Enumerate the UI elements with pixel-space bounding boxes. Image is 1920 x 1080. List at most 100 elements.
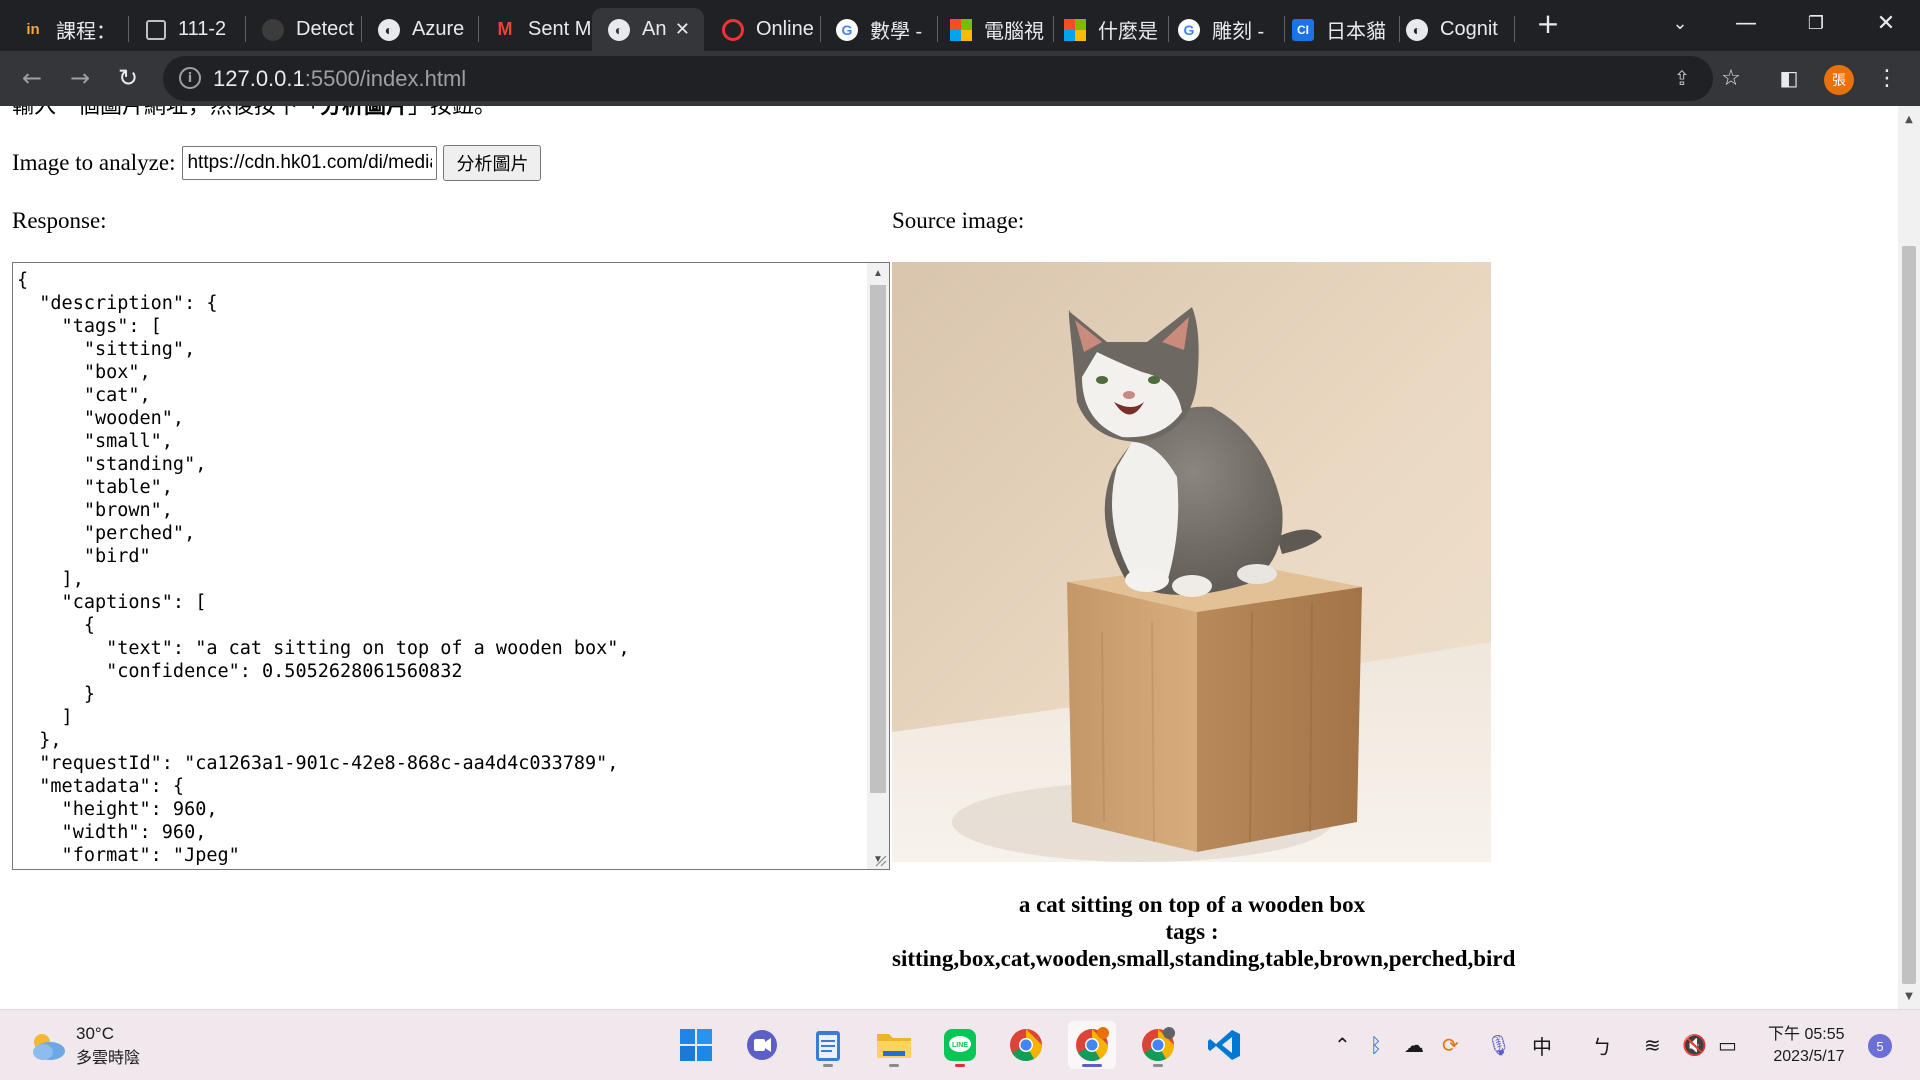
taskbar-file-explorer[interactable] <box>870 1021 918 1069</box>
wifi-icon[interactable]: ≋ <box>1644 1032 1661 1058</box>
reload-button[interactable]: ↻ <box>110 60 146 96</box>
tags-list: sitting,box,cat,wooden,small,standing,ta… <box>892 946 1516 971</box>
response-label: Response: <box>12 208 107 233</box>
address-bar[interactable]: i 127.0.0.1:5500/index.html ⇪ <box>163 56 1713 101</box>
google-icon: G <box>836 18 858 41</box>
analyze-form: Image to analyze: 分析圖片 <box>12 145 542 181</box>
windows-logo-icon <box>680 1029 712 1061</box>
forward-button[interactable]: → <box>62 60 98 96</box>
back-button[interactable]: ← <box>14 60 50 96</box>
tab-search-chevron-icon[interactable]: ⌄ <box>1650 0 1710 46</box>
tab-computer-vision[interactable]: 電腦視 <box>934 8 1046 51</box>
close-tab-icon[interactable]: ✕ <box>675 19 690 40</box>
cloudy-weather-icon <box>33 1034 65 1060</box>
start-button[interactable] <box>672 1021 720 1069</box>
chrome-icon <box>1010 1029 1042 1062</box>
analyze-image-button[interactable]: 分析圖片 <box>443 145 542 181</box>
clock-date: 2023/5/17 <box>1773 1048 1845 1065</box>
page-scrollbar[interactable]: ▲ ▼ <box>1898 106 1920 1009</box>
address-url[interactable]: 127.0.0.1:5500/index.html <box>213 66 466 92</box>
minimize-button[interactable]: — <box>1716 0 1776 46</box>
source-image-label: Source image: <box>892 208 1025 233</box>
weather-widget[interactable]: 30°C 多雲時陰 <box>28 1024 140 1068</box>
line-app-icon: LINE <box>944 1029 976 1061</box>
chrome-icon <box>1142 1027 1175 1062</box>
onedrive-cloud-icon[interactable]: ☁ <box>1404 1032 1424 1058</box>
tab-azure[interactable]: ◐ Azure <box>362 8 474 51</box>
tab-carving[interactable]: G 雕刻 - <box>1162 8 1274 51</box>
side-panel-icon[interactable]: ◧ <box>1774 63 1804 93</box>
cat-on-wooden-box-photo <box>892 262 1491 862</box>
taskbar-chrome-active[interactable] <box>1068 1021 1116 1069</box>
github-icon <box>262 18 284 41</box>
globe-icon: ◐ <box>608 18 630 41</box>
windows-taskbar: 30°C 多雲時陰 LINE ⌃ ᛒ ☁ ⟳ 🎙 中 ㄅ ≋ 🔇 ▭ 下午 05… <box>0 1009 1920 1080</box>
taskbar-chrome[interactable] <box>1002 1021 1050 1069</box>
taskbar-notepad[interactable] <box>804 1021 852 1069</box>
gmail-icon: M <box>497 19 513 39</box>
battery-icon[interactable]: ▭ <box>1718 1032 1737 1058</box>
svg-text:LINE: LINE <box>952 1042 968 1049</box>
tab-math[interactable]: G 數學 - <box>820 8 932 51</box>
globe-icon: ◐ <box>1406 18 1428 41</box>
clock-time: 下午 05:55 <box>1768 1026 1845 1043</box>
system-clock[interactable]: 下午 05:55 2023/5/17 <box>1768 1024 1845 1068</box>
microsoft-icon <box>1064 18 1086 41</box>
caption-text: a cat sitting on top of a wooden box <box>1018 892 1366 917</box>
tags-label: tags : <box>1165 919 1219 944</box>
taskbar-line[interactable]: LINE <box>936 1021 984 1069</box>
opera-icon <box>722 18 744 41</box>
response-scrollbar[interactable]: ▲ ▼ <box>867 263 889 869</box>
instruction-text: 輸入一個圖片網址，然後按下「分析圖片」按鈕。 <box>12 106 496 120</box>
taskbar-teams-chat[interactable] <box>738 1021 786 1069</box>
browser-tab-strip: in 課程： 111-2 Detect ◐ Azure M Sent M ◐ A… <box>0 0 1920 51</box>
tab-japan-cat[interactable]: CI 日本貓 <box>1276 8 1388 51</box>
microsoft-icon <box>950 18 972 41</box>
page-scroll-up-icon[interactable]: ▲ <box>1898 108 1920 130</box>
show-hidden-icons-chevron-icon[interactable]: ⌃ <box>1334 1032 1351 1058</box>
share-icon[interactable]: ⇪ <box>1667 63 1697 93</box>
sync-icon[interactable]: ⟳ <box>1442 1032 1459 1058</box>
response-json-text[interactable]: { "description": { "tags": [ "sitting", … <box>17 269 867 869</box>
restore-button[interactable]: ❐ <box>1786 0 1846 46</box>
bookmark-star-icon[interactable]: ☆ <box>1716 63 1746 93</box>
web-page: 輸入一個圖片網址，然後按下「分析圖片」按鈕。 Image to analyze:… <box>0 106 1898 1009</box>
taskbar-chrome-profile[interactable] <box>1134 1021 1182 1069</box>
ime-language[interactable]: 中 <box>1532 1032 1552 1059</box>
bluetooth-icon[interactable]: ᛒ <box>1370 1032 1382 1058</box>
tab-course[interactable]: in 課程： <box>6 8 110 51</box>
tab-moodle[interactable]: 111-2 <box>130 8 242 51</box>
browser-toolbar: ← → ↻ i 127.0.0.1:5500/index.html ⇪ ☆ ◧ … <box>0 51 1920 106</box>
tab-analyze-active[interactable]: ◐ An ✕ <box>592 8 704 51</box>
tab-cognitive[interactable]: ◐ Cognit <box>1390 8 1506 51</box>
vscode-icon <box>1208 1030 1240 1060</box>
taskbar-vscode[interactable] <box>1200 1021 1248 1069</box>
google-icon: G <box>1178 18 1200 41</box>
globe-icon: ◐ <box>378 18 400 41</box>
source-image <box>892 262 1491 862</box>
new-tab-button[interactable]: + <box>1520 0 1576 46</box>
volume-muted-icon[interactable]: 🔇 <box>1682 1032 1707 1058</box>
close-window-button[interactable]: ✕ <box>1856 0 1916 46</box>
tab-gmail[interactable]: M Sent M <box>478 8 591 51</box>
resize-grip-icon[interactable] <box>873 853 887 867</box>
tab-online[interactable]: Online <box>706 8 818 51</box>
chat-icon <box>747 1030 777 1060</box>
response-scroll-thumb[interactable] <box>870 285 886 793</box>
microphone-icon[interactable]: 🎙 <box>1486 1032 1511 1058</box>
tab-detect[interactable]: Detect <box>246 8 358 51</box>
image-url-input[interactable] <box>182 146 438 180</box>
tab-what-is[interactable]: 什麼是 <box>1048 8 1160 51</box>
scroll-up-icon[interactable]: ▲ <box>867 263 889 283</box>
site-info-icon[interactable]: i <box>179 67 201 89</box>
moodle-icon <box>146 19 166 40</box>
folder-icon <box>877 1034 911 1058</box>
ime-mode[interactable]: ㄅ <box>1592 1032 1612 1059</box>
page-scroll-down-icon[interactable]: ▼ <box>1898 985 1920 1007</box>
page-scroll-thumb[interactable] <box>1902 246 1916 984</box>
browser-menu-icon[interactable]: ⋮ <box>1872 63 1902 93</box>
response-textarea[interactable]: { "description": { "tags": [ "sitting", … <box>12 262 890 870</box>
profile-avatar[interactable]: 張 <box>1824 65 1854 95</box>
chrome-icon <box>1076 1027 1109 1062</box>
notification-badge[interactable]: 5 <box>1868 1034 1892 1058</box>
